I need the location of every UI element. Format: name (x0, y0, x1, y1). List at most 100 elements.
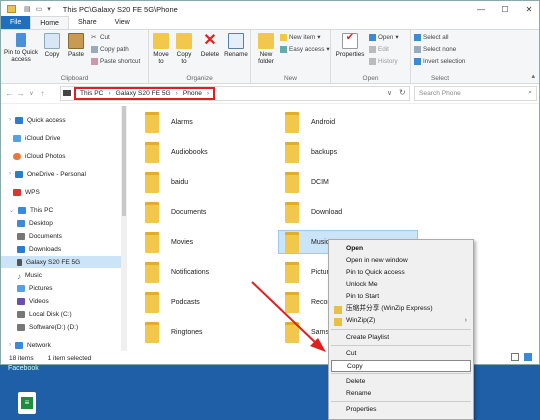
folder-item[interactable]: Alarms (145, 110, 193, 134)
collapse-ribbon-icon[interactable]: ▴ (531, 72, 535, 80)
folder-item[interactable]: Notifications (145, 260, 209, 284)
folder-item[interactable]: DCIM (285, 170, 329, 194)
close-button[interactable]: ✕ (517, 5, 539, 14)
paste-button[interactable]: Paste (65, 33, 87, 58)
nav-quick-access[interactable]: › Quick access (9, 114, 66, 126)
breadcrumb[interactable]: This PC › Galaxy S20 FE 5G › Phone › (74, 87, 216, 100)
clipboard-group: Pin to Quick access Copy Paste ✂ Cut Copy… (1, 30, 149, 84)
invert-selection-button[interactable]: Invert selection (414, 58, 465, 65)
copy-to-button[interactable]: Copy to (174, 33, 194, 65)
star-icon (15, 116, 23, 124)
history-button[interactable]: History (369, 58, 398, 65)
nav-icloud-drive[interactable]: iCloud Drive (13, 132, 60, 144)
chevron-right-icon[interactable]: › (207, 90, 209, 97)
ctx-cut[interactable]: Cut (346, 348, 356, 360)
nav-wps[interactable]: WPS (13, 186, 40, 198)
breadcrumb-this-pc[interactable]: This PC (80, 90, 103, 97)
tab-home[interactable]: Home (30, 16, 69, 29)
folder-item[interactable]: Movies (145, 230, 193, 254)
select-none-button[interactable]: Select none (414, 46, 456, 53)
ctx-unlock-me[interactable]: Unlock Me (346, 279, 378, 291)
nav-network[interactable]: › Network (9, 339, 51, 351)
open-button[interactable]: Open ▾ (369, 34, 399, 41)
nav-pictures[interactable]: Pictures (17, 282, 52, 294)
nav-label: Documents (29, 232, 62, 240)
select-all-button[interactable]: Select all (414, 34, 449, 41)
tab-share[interactable]: Share (69, 16, 106, 29)
properties-icon[interactable]: ▤ (24, 5, 31, 13)
details-view-icon[interactable] (511, 353, 519, 361)
folder-item[interactable]: Audiobooks (145, 140, 208, 164)
new-folder-icon[interactable]: ▭ (36, 5, 43, 13)
rename-button[interactable]: Rename (224, 33, 248, 58)
folder-item[interactable]: Podcasts (145, 290, 200, 314)
new-item-button[interactable]: New item ▾ (280, 34, 320, 41)
folder-item[interactable]: Download (285, 200, 342, 224)
forward-arrow-icon[interactable]: → (15, 89, 26, 98)
ctx-rename[interactable]: Rename (346, 388, 371, 400)
nav-galaxy-s20[interactable]: Galaxy S20 FE 5G (1, 256, 121, 268)
pin-quick-access-button[interactable]: Pin to Quick access (4, 33, 38, 63)
chevron-down-icon[interactable]: ∨ (387, 89, 392, 97)
ctx-winzip[interactable]: WinZip(Z) (346, 315, 375, 327)
nav-videos[interactable]: Videos (17, 295, 49, 307)
edit-button[interactable]: Edit (369, 46, 389, 53)
nav-downloads[interactable]: Downloads (17, 243, 61, 255)
recent-chevron-icon[interactable]: ∨ (26, 90, 37, 97)
nav-this-pc[interactable]: ⌄ This PC (9, 204, 53, 216)
cut-button[interactable]: ✂ Cut (91, 34, 110, 41)
folder-item[interactable]: backups (285, 140, 337, 164)
ctx-create-playlist[interactable]: Create Playlist (346, 332, 389, 344)
nav-software-d[interactable]: Software(D:) (D:) (17, 321, 78, 333)
folder-item[interactable]: Android (285, 110, 335, 134)
nav-documents[interactable]: Documents (17, 230, 62, 242)
ctx-properties[interactable]: Properties (346, 404, 376, 416)
maximize-button[interactable]: ☐ (493, 5, 517, 14)
chevron-right-icon[interactable]: › (176, 90, 178, 97)
folder-name: Alarms (171, 118, 193, 126)
ctx-open-new-window[interactable]: Open in new window (346, 255, 408, 267)
easy-access-button[interactable]: Easy access ▾ (280, 46, 330, 53)
delete-button[interactable]: ✕ Delete (199, 33, 221, 59)
tab-file[interactable]: File (1, 16, 31, 29)
ctx-compress-share[interactable]: 压缩并分享 (WinZip Express) (346, 303, 433, 315)
computer-icon (18, 206, 27, 214)
nav-music[interactable]: ♪ Music (17, 269, 42, 281)
folder-item[interactable]: Ringtones (145, 320, 203, 344)
ctx-pin-quick-access[interactable]: Pin to Quick access (346, 267, 405, 279)
spreadsheet-desktop-icon[interactable]: ≡ (18, 392, 36, 414)
folder-item[interactable]: Documents (145, 200, 206, 224)
nav-local-disk-c[interactable]: Local Disk (C:) (17, 308, 72, 320)
breadcrumb-galaxy[interactable]: Galaxy S20 FE 5G (116, 90, 171, 97)
copy-button[interactable]: Copy (42, 33, 62, 58)
copy-path-button[interactable]: Copy path (91, 46, 129, 53)
ctx-delete[interactable]: Delete (346, 376, 365, 388)
new-folder-button[interactable]: New folder (254, 33, 278, 65)
ctx-copy[interactable]: Copy (331, 360, 471, 372)
chevron-down-icon[interactable]: ▾ (47, 5, 51, 13)
tab-view[interactable]: View (106, 16, 139, 29)
properties-button[interactable]: ✔ Properties (334, 33, 366, 59)
nav-desktop[interactable]: Desktop (17, 217, 53, 229)
scrollbar-thumb[interactable] (122, 106, 126, 216)
search-input[interactable]: Search Phone ⌕ (414, 86, 537, 101)
copy-path-icon (91, 46, 98, 53)
ctx-pin-start[interactable]: Pin to Start (346, 291, 379, 303)
new-folder-icon (258, 33, 274, 49)
paste-shortcut-button[interactable]: Paste shortcut (91, 58, 140, 65)
refresh-icon[interactable]: ↻ (399, 88, 406, 97)
folder-name: Notifications (171, 268, 210, 276)
chevron-right-icon: › (464, 317, 467, 324)
nav-onedrive[interactable]: › OneDrive - Personal (9, 168, 86, 180)
back-arrow-icon[interactable]: ← (4, 89, 15, 98)
up-arrow-icon[interactable]: ↑ (37, 89, 48, 98)
large-icons-view-icon[interactable] (524, 353, 532, 361)
breadcrumb-phone[interactable]: Phone (183, 90, 202, 97)
nav-icloud-photos[interactable]: iCloud Photos (13, 150, 65, 162)
ctx-open[interactable]: Open (346, 243, 363, 255)
folder-icon (285, 291, 299, 313)
folder-item[interactable]: baidu (145, 170, 188, 194)
move-to-button[interactable]: Move to (151, 33, 171, 65)
chevron-right-icon[interactable]: › (108, 90, 110, 97)
minimize-button[interactable]: — (469, 5, 493, 14)
